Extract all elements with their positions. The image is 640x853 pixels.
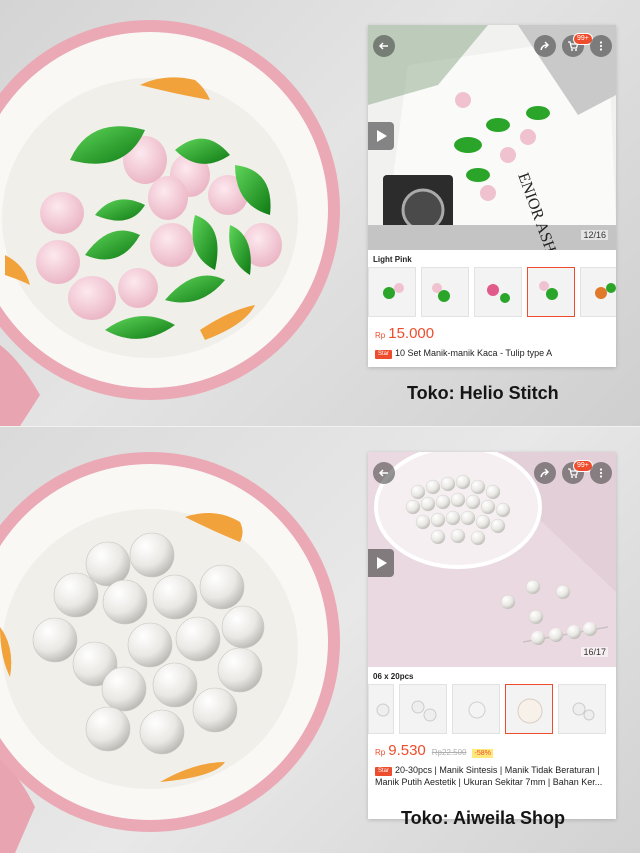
share-icon <box>540 41 549 51</box>
back-arrow-icon <box>378 469 388 477</box>
variant-thumbnails <box>368 267 616 317</box>
product-card-pearl: 99+ 16/17 06 x 20pcs Rp 9.530 Rp22.500 -… <box>368 452 616 819</box>
variant-thumbnail[interactable] <box>474 267 522 317</box>
photo-panel-tulip: ENIOR ASH 99+ 12/16 Light Pink Rp 15.000… <box>0 0 640 426</box>
shop-caption: Toko: Aiweila Shop <box>401 808 566 828</box>
variant-thumbnail[interactable] <box>558 684 606 734</box>
price: 9.530 <box>388 742 426 759</box>
product-title: Star 10 Set Manik-manik Kaca - Tulip type… <box>368 344 616 362</box>
star-badge: Star <box>375 350 393 359</box>
image-page-counter: 12/16 <box>581 230 608 240</box>
original-price: Rp22.500 <box>431 748 467 757</box>
variant-thumbnail[interactable] <box>399 684 447 734</box>
back-button[interactable] <box>373 462 395 484</box>
play-video-button[interactable] <box>368 122 394 150</box>
more-button[interactable] <box>590 35 612 57</box>
price: 15.000 <box>388 325 435 342</box>
variant-thumbnails <box>368 684 616 734</box>
star-badge: Star <box>375 767 393 776</box>
share-icon <box>540 468 549 478</box>
product-card-tulip: ENIOR ASH 99+ 12/16 Light Pink Rp 15.000… <box>368 25 616 367</box>
price-row: Rp 9.530 Rp22.500 -58% <box>368 734 616 761</box>
variant-label: Light Pink <box>373 255 412 264</box>
product-title-text: 10 Set Manik-manik Kaca - Tulip type A <box>395 348 553 358</box>
more-icon <box>599 468 603 478</box>
variant-thumbnail-selected[interactable] <box>527 267 575 317</box>
hero-photo <box>368 452 616 667</box>
play-icon <box>377 130 387 142</box>
variant-thumbnail[interactable] <box>368 684 394 734</box>
variant-thumbnail[interactable] <box>452 684 500 734</box>
product-title: Star 20-30pcs | Manik Sintesis | Manik Ti… <box>368 761 616 791</box>
variant-thumbnail[interactable] <box>421 267 469 317</box>
play-video-button[interactable] <box>368 549 394 577</box>
currency: Rp <box>375 331 386 340</box>
hero-photo: ENIOR ASH <box>368 25 616 250</box>
variant-label: 06 x 20pcs <box>373 672 414 681</box>
product-hero-image[interactable]: ENIOR ASH 99+ 12/16 <box>368 25 616 250</box>
image-page-counter: 16/17 <box>581 647 608 657</box>
product-title-text: 20-30pcs | Manik Sintesis | Manik Tidak … <box>375 765 603 787</box>
variant-thumbnail[interactable] <box>580 267 616 317</box>
photo-panel-pearl: 99+ 16/17 06 x 20pcs Rp 9.530 Rp22.500 -… <box>0 427 640 853</box>
more-button[interactable] <box>590 462 612 484</box>
back-arrow-icon <box>378 42 388 50</box>
price-row: Rp 15.000 <box>368 317 616 344</box>
currency: Rp <box>375 748 386 757</box>
back-button[interactable] <box>373 35 395 57</box>
play-icon <box>377 557 387 569</box>
share-button[interactable] <box>534 35 556 57</box>
discount-badge: -58% <box>472 749 493 758</box>
share-button[interactable] <box>534 462 556 484</box>
shop-caption: Toko: Helio Stitch <box>407 383 559 403</box>
product-hero-image[interactable]: 99+ 16/17 <box>368 452 616 667</box>
variant-thumbnail-selected[interactable] <box>505 684 553 734</box>
variant-thumbnail[interactable] <box>368 267 416 317</box>
more-icon <box>599 41 603 51</box>
